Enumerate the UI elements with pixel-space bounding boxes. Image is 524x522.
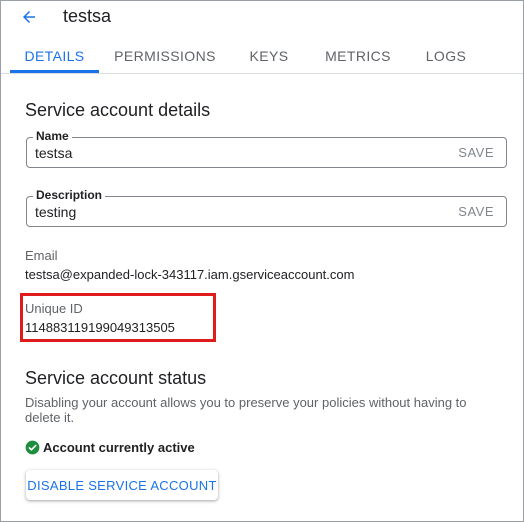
email-label: Email — [25, 248, 58, 263]
check-circle-icon — [25, 440, 40, 455]
description-field-label: Description — [33, 187, 106, 203]
page-title: testsa — [63, 6, 112, 26]
active-tab-indicator — [10, 70, 99, 73]
tab-logs[interactable]: LOGS — [419, 37, 473, 73]
status-row: Account currently active — [25, 438, 195, 456]
description-field-value[interactable]: testing — [35, 203, 76, 221]
tab-permissions[interactable]: PERMISSIONS — [109, 37, 221, 73]
details-section-title: Service account details — [25, 100, 211, 120]
email-value: testsa@expanded-lock-343117.iam.gservice… — [25, 267, 355, 282]
tab-metrics[interactable]: METRICS — [319, 37, 397, 73]
description-save-button[interactable]: SAVE — [458, 203, 494, 221]
status-description: Disabling your account allows you to pre… — [25, 395, 467, 425]
tab-keys[interactable]: KEYS — [241, 37, 297, 73]
status-text: Account currently active — [43, 439, 195, 455]
name-field-value[interactable]: testsa — [35, 144, 72, 162]
description-field[interactable]: Description testing SAVE — [26, 187, 507, 227]
tab-bar: DETAILS PERMISSIONS KEYS METRICS LOGS — [1, 37, 523, 74]
tab-details[interactable]: DETAILS — [10, 37, 99, 73]
status-section-title: Service account status — [25, 368, 207, 388]
arrow-back-icon — [23, 11, 35, 23]
name-save-button[interactable]: SAVE — [458, 144, 494, 162]
name-field-label: Name — [33, 128, 72, 144]
unique-id-highlight — [20, 293, 216, 342]
page-header: testsa — [1, 1, 523, 35]
service-account-page: testsa DETAILS PERMISSIONS KEYS METRICS … — [0, 0, 524, 522]
name-field[interactable]: Name testsa SAVE — [26, 128, 507, 168]
disable-service-account-button[interactable]: DISABLE SERVICE ACCOUNT — [26, 470, 218, 500]
back-button[interactable] — [15, 4, 43, 30]
